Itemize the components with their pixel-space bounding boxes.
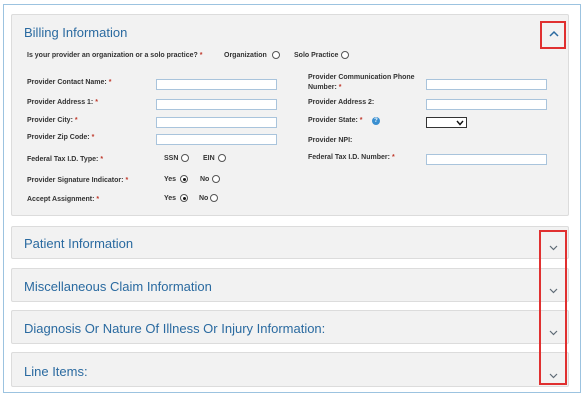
ein-radio[interactable] [218,154,226,162]
ssn-label: SSN [164,155,179,162]
state-label: Provider State: * [308,117,363,124]
misc-claim-title[interactable]: Miscellaneous Claim Information [24,279,212,294]
billing-panel-title[interactable]: Billing Information [24,25,127,40]
expand-chevrons-highlight [539,230,567,385]
tax-number-input[interactable] [426,154,547,165]
accept-yes-radio[interactable] [180,194,188,202]
solo-practice-label: Solo Practice [294,52,339,59]
signature-yes-label: Yes [164,176,177,183]
signature-no-radio[interactable] [212,175,220,183]
ssn-radio[interactable] [181,154,189,162]
chevron-down-icon [456,120,464,126]
signature-no-label: No [200,176,210,183]
help-icon[interactable]: ? [372,117,380,125]
diagnosis-title[interactable]: Diagnosis Or Nature Of Illness Or Injury… [24,321,325,336]
billing-panel [11,14,569,216]
address1-label: Provider Address 1: * [27,99,98,106]
accept-yes-label: Yes [164,195,177,202]
zip-label: Provider Zip Code: * [27,134,95,141]
signature-indicator-label: Provider Signature Indicator: * [27,177,129,184]
signature-yes-radio[interactable] [180,175,188,183]
address1-input[interactable] [156,99,277,110]
accept-no-label: No [199,195,209,202]
patient-info-title[interactable]: Patient Information [24,236,133,251]
contact-name-label: Provider Contact Name: * [27,79,112,86]
city-input[interactable] [156,117,277,128]
organization-label: Organization [224,52,267,59]
solo-practice-radio[interactable] [341,51,349,59]
provider-type-question: Is your provider an organization or a so… [27,52,203,59]
state-select[interactable] [426,117,467,128]
city-label: Provider City: * [27,117,78,124]
address2-label: Provider Address 2: [308,99,375,106]
contact-name-input[interactable] [156,79,277,90]
accept-assignment-label: Accept Assignment: * [27,196,100,203]
line-items-title[interactable]: Line Items: [24,364,88,379]
npi-label: Provider NPI: [308,137,353,144]
address2-input[interactable] [426,99,547,110]
tax-type-label: Federal Tax I.D. Type: * [27,156,104,163]
line-items-panel[interactable] [11,352,569,387]
ein-label: EIN [203,155,215,162]
zip-input[interactable] [156,134,277,145]
chevron-up-icon[interactable] [548,30,560,40]
tax-number-label: Federal Tax I.D. Number: * [308,154,395,161]
organization-radio[interactable] [272,51,280,59]
comm-phone-label: Provider Communication Phone Number: * [308,74,415,91]
comm-phone-input[interactable] [426,79,547,90]
accept-no-radio[interactable] [210,194,218,202]
